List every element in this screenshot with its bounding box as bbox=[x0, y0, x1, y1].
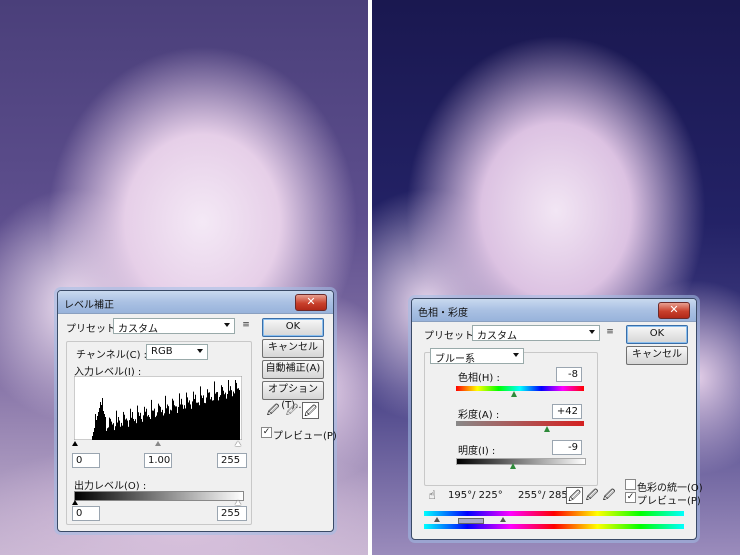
levels-channel-select[interactable]: RGB bbox=[146, 344, 208, 360]
saturation-slider-track[interactable] bbox=[456, 421, 584, 426]
hue-saturation-titlebar[interactable]: 色相・彩度 ✕ bbox=[412, 299, 696, 322]
hue-saturation-close-button[interactable]: ✕ bbox=[658, 302, 690, 319]
range-handle-right[interactable] bbox=[500, 517, 506, 522]
eyedropper-icon[interactable]: 🖉 bbox=[566, 487, 583, 504]
lightness-label: 明度(I) : bbox=[458, 446, 496, 457]
levels-close-button[interactable]: ✕ bbox=[295, 294, 327, 311]
gray-eyedropper-icon[interactable]: 🖉 bbox=[284, 402, 300, 418]
range-handle-left[interactable] bbox=[434, 517, 440, 522]
hue-slider-thumb[interactable] bbox=[511, 391, 517, 397]
hue-label: 色相(H) : bbox=[458, 373, 500, 384]
options-menu-icon[interactable]: ≡ bbox=[605, 327, 615, 337]
colorize-checkbox[interactable] bbox=[625, 479, 636, 490]
levels-titlebar[interactable]: レベル補正 ✕ bbox=[58, 291, 333, 314]
hue-field[interactable]: -8 bbox=[556, 367, 582, 382]
chevron-down-icon bbox=[197, 349, 203, 353]
result-color-bar bbox=[424, 524, 684, 529]
output-white-slider[interactable] bbox=[235, 500, 241, 505]
chevron-down-icon bbox=[513, 353, 519, 357]
hs-preview-label: プレビュー(P) bbox=[637, 496, 701, 507]
levels-auto-button[interactable]: 自動補正(A) bbox=[262, 360, 324, 379]
output-white-field[interactable]: 255 bbox=[217, 506, 247, 521]
close-icon: ✕ bbox=[669, 303, 679, 316]
chevron-down-icon bbox=[224, 323, 230, 327]
add-eyedropper-icon[interactable]: 🖉 bbox=[584, 487, 600, 503]
output-black-field[interactable]: 0 bbox=[72, 506, 100, 521]
hs-preset-select[interactable]: カスタム bbox=[472, 325, 600, 342]
source-color-bar bbox=[424, 511, 684, 516]
lightness-field[interactable]: -9 bbox=[552, 440, 582, 455]
levels-dialog: レベル補正 ✕ プリセット(E) : カスタム ≡ チャンネル(C) : RGB… bbox=[57, 290, 337, 532]
saturation-field[interactable]: +42 bbox=[552, 404, 582, 419]
hs-cancel-button[interactable]: キャンセル bbox=[626, 346, 688, 365]
white-eyedropper-icon[interactable]: 🖉 bbox=[302, 402, 319, 419]
hs-preview-checkbox[interactable]: ✓ bbox=[625, 492, 636, 503]
levels-histogram bbox=[74, 376, 242, 440]
hs-ok-button[interactable]: OK bbox=[626, 325, 688, 344]
lightness-slider-thumb[interactable] bbox=[510, 463, 516, 469]
levels-preview-checkbox[interactable]: ✓ bbox=[261, 427, 272, 438]
options-menu-icon[interactable]: ≡ bbox=[241, 320, 251, 330]
input-black-field[interactable]: 0 bbox=[72, 453, 100, 468]
levels-preset-select[interactable]: カスタム bbox=[113, 318, 235, 335]
hs-edit-select[interactable]: ブルー系 bbox=[430, 348, 524, 365]
levels-channel-label: チャンネル(C) : bbox=[74, 346, 150, 361]
saturation-label: 彩度(A) : bbox=[458, 410, 500, 421]
close-icon: ✕ bbox=[306, 295, 316, 308]
levels-preview-label: プレビュー(P) bbox=[273, 431, 337, 442]
input-white-field[interactable]: 255 bbox=[217, 453, 247, 468]
lightness-slider-track[interactable] bbox=[456, 458, 586, 465]
saturation-slider-thumb[interactable] bbox=[544, 426, 550, 432]
hue-saturation-title: 色相・彩度 bbox=[418, 308, 468, 319]
hue-slider-track[interactable] bbox=[456, 386, 584, 391]
output-levels-label: 出力レベル(O) : bbox=[74, 481, 147, 492]
levels-title: レベル補正 bbox=[64, 300, 114, 311]
range-left-readout: 195°/ 225° bbox=[448, 490, 503, 501]
output-black-slider[interactable] bbox=[72, 500, 78, 505]
output-gradient bbox=[74, 491, 244, 501]
input-gamma-field[interactable]: 1.00 bbox=[144, 453, 172, 468]
levels-cancel-button[interactable]: キャンセル bbox=[262, 339, 324, 358]
input-gamma-slider[interactable] bbox=[155, 441, 161, 446]
levels-options-button[interactable]: オプション(T)... bbox=[262, 381, 324, 411]
hue-saturation-dialog: 色相・彩度 ✕ プリセット(E) : カスタム ≡ ブルー系 色相(H) : -… bbox=[411, 298, 703, 540]
range-right-readout: 255°/ 285° bbox=[518, 490, 573, 501]
subtract-eyedropper-icon[interactable]: 🖉 bbox=[601, 487, 617, 503]
levels-ok-button[interactable]: OK bbox=[262, 318, 324, 337]
black-eyedropper-icon[interactable]: 🖉 bbox=[265, 402, 281, 418]
input-black-slider[interactable] bbox=[72, 441, 78, 446]
hand-adjust-icon[interactable]: ☝ bbox=[424, 487, 440, 503]
chevron-down-icon bbox=[589, 330, 595, 334]
input-white-slider[interactable] bbox=[235, 441, 241, 446]
